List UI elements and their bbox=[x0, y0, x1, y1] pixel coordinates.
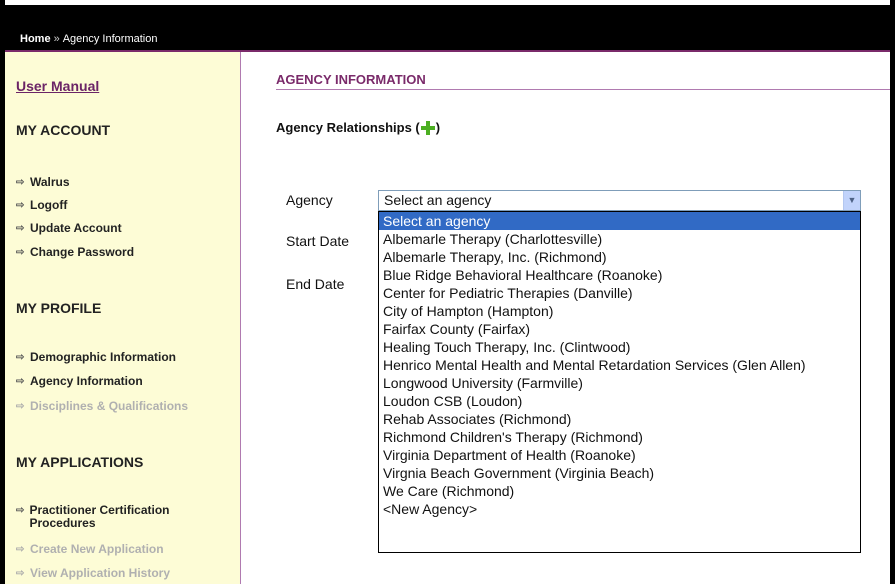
my-account-heading: MY ACCOUNT bbox=[16, 122, 111, 138]
end-date-label: End Date bbox=[286, 276, 345, 292]
agency-relationships-suffix: ) bbox=[435, 120, 441, 135]
agency-select[interactable]: Select an agency ▼ bbox=[378, 190, 861, 211]
top-bar: Home» Agency Information bbox=[5, 5, 890, 50]
sidebar-item-change-password[interactable]: ⇨ Change Password bbox=[16, 246, 134, 259]
circle-arrow-icon: ⇨ bbox=[16, 401, 25, 412]
breadcrumb-separator: » bbox=[53, 33, 60, 45]
circle-arrow-icon: ⇨ bbox=[16, 200, 25, 211]
agency-option[interactable]: Healing Touch Therapy, Inc. (Clintwood) bbox=[379, 338, 860, 356]
agency-label: Agency bbox=[286, 192, 333, 208]
agency-relationships-label: Agency Relationships ( bbox=[276, 120, 420, 135]
agency-option[interactable]: Center for Pediatric Therapies (Danville… bbox=[379, 284, 860, 302]
agency-option[interactable]: Blue Ridge Behavioral Healthcare (Roanok… bbox=[379, 266, 860, 284]
sidebar-item-walrus[interactable]: ⇨ Walrus bbox=[16, 176, 70, 189]
add-relationship-plus-icon[interactable] bbox=[420, 120, 435, 135]
agency-option[interactable]: Fairfax County (Fairfax) bbox=[379, 320, 860, 338]
circle-arrow-icon: ⇨ bbox=[16, 376, 25, 387]
breadcrumb: Home» Agency Information bbox=[20, 33, 157, 45]
agency-option[interactable]: Albemarle Therapy, Inc. (Richmond) bbox=[379, 248, 860, 266]
circle-arrow-icon: ⇨ bbox=[16, 223, 25, 234]
sidebar-item-update-account[interactable]: ⇨ Update Account bbox=[16, 222, 122, 235]
circle-arrow-icon: ⇨ bbox=[16, 544, 25, 555]
agency-option[interactable]: Loudon CSB (Loudon) bbox=[379, 392, 860, 410]
circle-arrow-icon: ⇨ bbox=[16, 352, 25, 363]
agency-dropdown-list: Select an agency Albemarle Therapy (Charl… bbox=[378, 211, 861, 553]
breadcrumb-current: Agency Information bbox=[62, 33, 158, 45]
chevron-down-icon[interactable]: ▼ bbox=[843, 191, 860, 210]
sidebar-item-demographic-information[interactable]: ⇨ Demographic Information bbox=[16, 351, 176, 364]
agency-option[interactable]: City of Hampton (Hampton) bbox=[379, 302, 860, 320]
start-date-label: Start Date bbox=[286, 233, 350, 249]
breadcrumb-home-link[interactable]: Home bbox=[20, 33, 51, 45]
agency-select-value: Select an agency bbox=[384, 192, 492, 208]
sidebar-item-view-application-history: ⇨ View Application History bbox=[16, 566, 171, 580]
agency-option[interactable]: Virginia Department of Health (Roanoke) bbox=[379, 446, 860, 464]
agency-option[interactable]: <New Agency> bbox=[379, 500, 860, 518]
sidebar-item-practitioner-certification[interactable]: ⇨ Practitioner Certification Procedures bbox=[16, 504, 231, 530]
title-divider bbox=[276, 89, 890, 90]
agency-option[interactable]: Select an agency bbox=[379, 212, 860, 230]
agency-option[interactable]: Albemarle Therapy (Charlottesville) bbox=[379, 230, 860, 248]
agency-option[interactable]: Henrico Mental Health and Mental Retarda… bbox=[379, 356, 860, 374]
circle-arrow-icon: ⇨ bbox=[16, 505, 25, 516]
my-applications-heading: MY APPLICATIONS bbox=[16, 454, 144, 470]
sidebar-item-disciplines-qualifications: ⇨ Disciplines & Qualifications bbox=[16, 399, 189, 413]
agency-relationships-heading: Agency Relationships ( ) bbox=[276, 120, 440, 135]
user-manual-link[interactable]: User Manual bbox=[16, 78, 99, 94]
agency-option[interactable]: Richmond Children's Therapy (Richmond) bbox=[379, 428, 860, 446]
agency-option[interactable]: Longwood University (Farmville) bbox=[379, 374, 860, 392]
my-profile-heading: MY PROFILE bbox=[16, 300, 102, 316]
agency-option[interactable]: Rehab Associates (Richmond) bbox=[379, 410, 860, 428]
sidebar-item-create-new-application: ⇨ Create New Application bbox=[16, 542, 164, 556]
sidebar-item-agency-information[interactable]: ⇨ Agency Information bbox=[16, 375, 143, 388]
page-title: AGENCY INFORMATION bbox=[276, 72, 426, 87]
circle-arrow-icon: ⇨ bbox=[16, 568, 25, 579]
sidebar-item-logoff[interactable]: ⇨ Logoff bbox=[16, 199, 67, 212]
circle-arrow-icon: ⇨ bbox=[16, 247, 25, 258]
sidebar: User Manual MY ACCOUNT ⇨ Walrus ⇨ Logoff ⇨… bbox=[5, 52, 241, 584]
circle-arrow-icon: ⇨ bbox=[16, 177, 25, 188]
agency-option[interactable]: We Care (Richmond) bbox=[379, 482, 860, 500]
agency-option[interactable]: Virgnia Beach Government (Virginia Beach… bbox=[379, 464, 860, 482]
